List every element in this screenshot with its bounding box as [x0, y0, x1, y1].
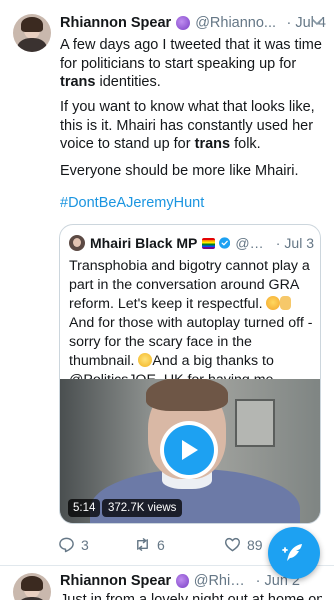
crystal-ball-emoji — [176, 574, 189, 588]
highlighted-keyword: trans — [194, 136, 231, 152]
play-button[interactable] — [160, 421, 218, 479]
video-view-count: 372.7K views — [102, 499, 183, 517]
separator-dot: · — [255, 573, 261, 589]
tweet-paragraph-2: If you want to know what that looks like… — [60, 98, 322, 154]
author-name[interactable]: Rhiannon Spear — [60, 573, 171, 589]
tweet-text-segment: identities. — [95, 74, 161, 90]
like-count: 89 — [247, 536, 263, 553]
victory-hand-emoji — [280, 296, 292, 310]
reply-icon — [59, 537, 74, 553]
crystal-ball-emoji — [176, 16, 191, 30]
video-thumbnail[interactable]: 5:14 372.7K views — [60, 379, 320, 523]
separator-dot: · — [286, 15, 292, 31]
avatar[interactable] — [13, 573, 51, 600]
tweet-header: Rhiannon Spear @Rhianno... · Jul 4 — [60, 15, 326, 31]
like-button[interactable]: 89 — [224, 536, 263, 553]
hashtag-link[interactable]: #DontBeAJeremyHunt — [60, 195, 204, 211]
author-handle[interactable]: @Rhianno... — [195, 15, 282, 31]
rainbow-flag-emoji — [202, 237, 216, 249]
retweet-button[interactable]: 6 — [134, 536, 165, 553]
tweet-paragraph-3: Everyone should be more like Mhairi. — [60, 163, 299, 179]
author-name[interactable]: Rhiannon Spear — [60, 15, 171, 31]
compose-tweet-button[interactable] — [268, 527, 320, 579]
tweet-paragraph-1: A few days ago I tweeted that it was tim… — [60, 36, 322, 92]
tweet-text-segment: A few days ago I tweeted that it was tim… — [60, 37, 322, 72]
reply-count: 3 — [81, 536, 89, 553]
video-background-frame — [235, 399, 275, 447]
chevron-down-icon[interactable] — [310, 15, 324, 29]
quoted-author-handle: @Mh... — [235, 235, 271, 251]
quoted-author-name: Mhairi Black MP — [90, 235, 198, 251]
quoted-tweet-header: Mhairi Black MP @Mh... · Jul 3 — [90, 235, 314, 251]
play-icon — [182, 440, 198, 460]
separator-dot: · — [275, 235, 281, 251]
tweet-text-segment: If you want to know what that looks like… — [60, 99, 315, 152]
compose-tweet-icon — [282, 544, 302, 561]
smiling-face-emoji — [266, 296, 281, 310]
tweet-text: Just in from a lovely night out at home … — [60, 592, 322, 600]
tears-of-joy-emoji — [138, 353, 153, 367]
retweet-icon — [137, 538, 148, 551]
retweet-count: 6 — [157, 536, 165, 553]
video-person-hair — [146, 379, 228, 411]
reply-button[interactable]: 3 — [58, 536, 89, 553]
verified-icon — [219, 237, 231, 249]
quoted-tweet[interactable]: Mhairi Black MP @Mh... · Jul 3 Transphob… — [59, 224, 321, 524]
video-duration: 5:14 — [68, 499, 101, 517]
highlighted-keyword: trans — [60, 74, 96, 90]
quoted-avatar — [69, 235, 85, 251]
avatar[interactable] — [13, 14, 51, 52]
like-icon — [224, 537, 241, 552]
quoted-tweet-text: Transphobia and bigotry cannot play a pa… — [69, 257, 317, 390]
tweet-header: Rhiannon Spear @Rhian... · Jun 2 — [60, 573, 300, 589]
quoted-tweet-date: Jul 3 — [284, 235, 314, 251]
tweet-text-segment: folk. — [230, 136, 261, 152]
author-handle[interactable]: @Rhian... — [194, 573, 252, 589]
